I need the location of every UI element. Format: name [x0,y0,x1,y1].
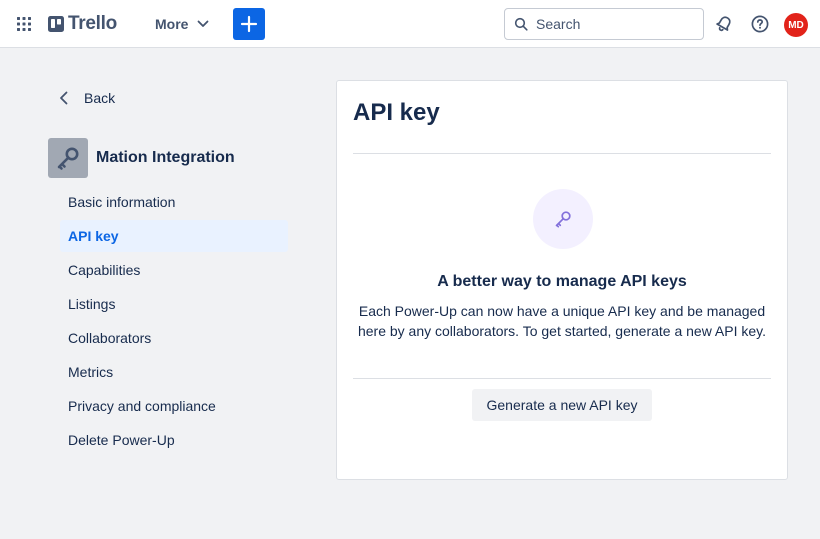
sidebar-item-privacy-and-compliance[interactable]: Privacy and compliance [60,390,288,422]
api-key-panel: API key A better way to manage API keys … [336,80,788,480]
page-title: API key [353,99,440,126]
search-box[interactable] [504,8,704,40]
divider [353,153,771,154]
sidebar-item-label: Capabilities [68,262,141,278]
back-link[interactable]: Back [56,86,115,110]
grid-icon[interactable] [16,16,32,32]
help-icon[interactable] [750,14,770,34]
sidebar-item-label: Privacy and compliance [68,398,216,414]
sidebar-item-metrics[interactable]: Metrics [60,356,288,388]
powerup-name: Mation Integration [96,149,235,166]
search-input[interactable] [536,16,696,32]
more-menu-button[interactable]: More [147,8,218,40]
sidebar-item-basic-information[interactable]: Basic information [60,186,288,218]
create-button[interactable] [233,8,265,40]
search-icon [514,17,528,31]
trello-logo-icon [48,16,64,32]
sidebar-item-delete-power-up[interactable]: Delete Power-Up [60,424,288,456]
sidebar-item-listings[interactable]: Listings [60,288,288,320]
sidebar-item-label: Metrics [68,364,114,380]
plus-icon [240,15,258,33]
key-icon [57,147,79,170]
logo-text: Trello [68,13,117,34]
sidebar-item-label: Collaborators [68,330,152,346]
back-label: Back [84,90,116,106]
key-badge [533,189,593,249]
trello-logo[interactable]: Trello [48,13,117,34]
generate-api-key-button[interactable]: Generate a new API key [472,389,652,421]
bell-icon[interactable] [714,14,734,34]
empty-state-heading: A better way to manage API keys [437,273,687,290]
powerup-avatar [48,138,88,178]
avatar-initials: MD [788,19,804,31]
sidebar-item-label: Delete Power-Up [68,432,175,448]
chevron-down-icon [198,20,209,27]
sidebar-nav: Basic information API key Capabilities L… [60,186,288,458]
divider [353,378,771,379]
sidebar-item-label: Listings [68,296,116,312]
top-nav-bar: Trello More MD [0,0,820,48]
sidebar-item-label: API key [68,228,119,244]
sidebar-item-capabilities[interactable]: Capabilities [60,254,288,286]
key-icon [555,211,571,228]
empty-state-description: Each Power-Up can now have a unique API … [357,303,767,339]
avatar[interactable]: MD [784,13,808,37]
more-label: More [155,16,189,32]
sidebar-item-label: Basic information [68,194,176,210]
sidebar-item-api-key[interactable]: API key [60,220,288,252]
powerup-header: Mation Integration [48,138,235,178]
chevron-left-icon [60,91,68,105]
sidebar-item-collaborators[interactable]: Collaborators [60,322,288,354]
